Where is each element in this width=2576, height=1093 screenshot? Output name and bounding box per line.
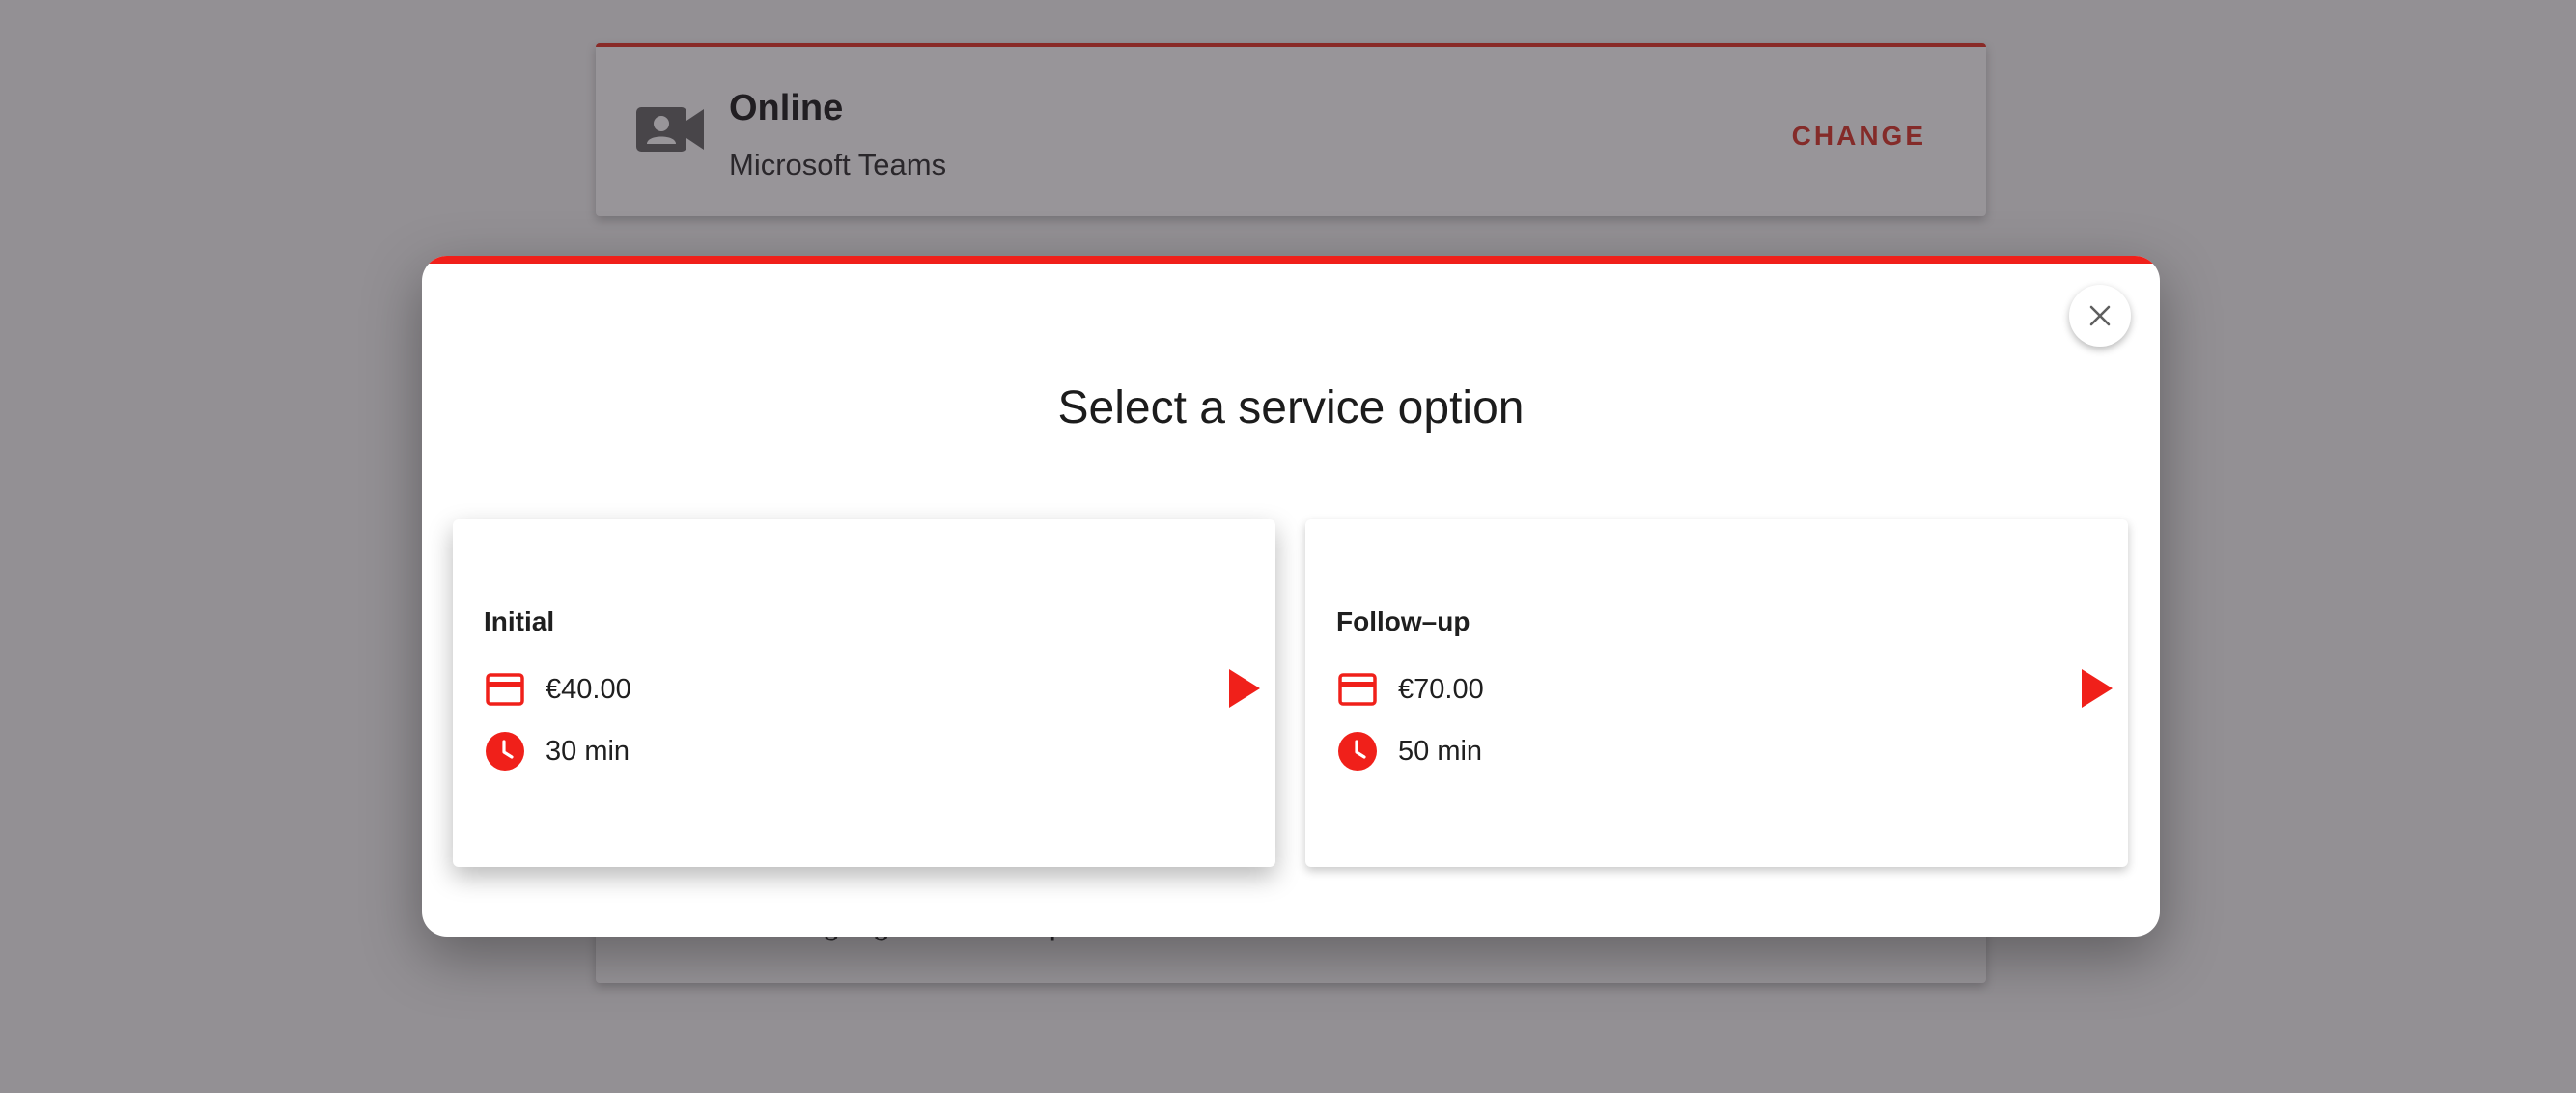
option-duration: 30 min (546, 735, 630, 767)
option-duration: 50 min (1398, 735, 1483, 767)
option-price-row: €70.00 (1336, 668, 1484, 711)
option-name: Follow–up (1336, 606, 1470, 636)
option-duration-row: 50 min (1336, 730, 1482, 772)
dialog-accent-bar (422, 256, 2160, 264)
option-duration-row: 30 min (484, 730, 630, 772)
clock-icon (1336, 730, 1379, 772)
option-name: Initial (484, 606, 555, 636)
option-price-row: €40.00 (484, 668, 631, 711)
service-option-dialog: Select a service option Initial €40.00 3… (422, 256, 2160, 937)
play-arrow-icon (2080, 667, 2114, 710)
option-price: €70.00 (1398, 673, 1484, 705)
option-price: €40.00 (546, 673, 631, 705)
credit-card-icon (1336, 668, 1379, 711)
service-option-follow-up[interactable]: Follow–up €70.00 50 min (1305, 519, 2128, 867)
service-option-initial[interactable]: Initial €40.00 30 min (453, 519, 1275, 867)
close-icon (2087, 303, 2113, 328)
dialog-title: Select a service option (1057, 382, 1525, 434)
play-arrow-icon (1227, 667, 1262, 710)
clock-icon (484, 730, 526, 772)
close-button[interactable] (2069, 285, 2131, 347)
credit-card-icon (484, 668, 526, 711)
